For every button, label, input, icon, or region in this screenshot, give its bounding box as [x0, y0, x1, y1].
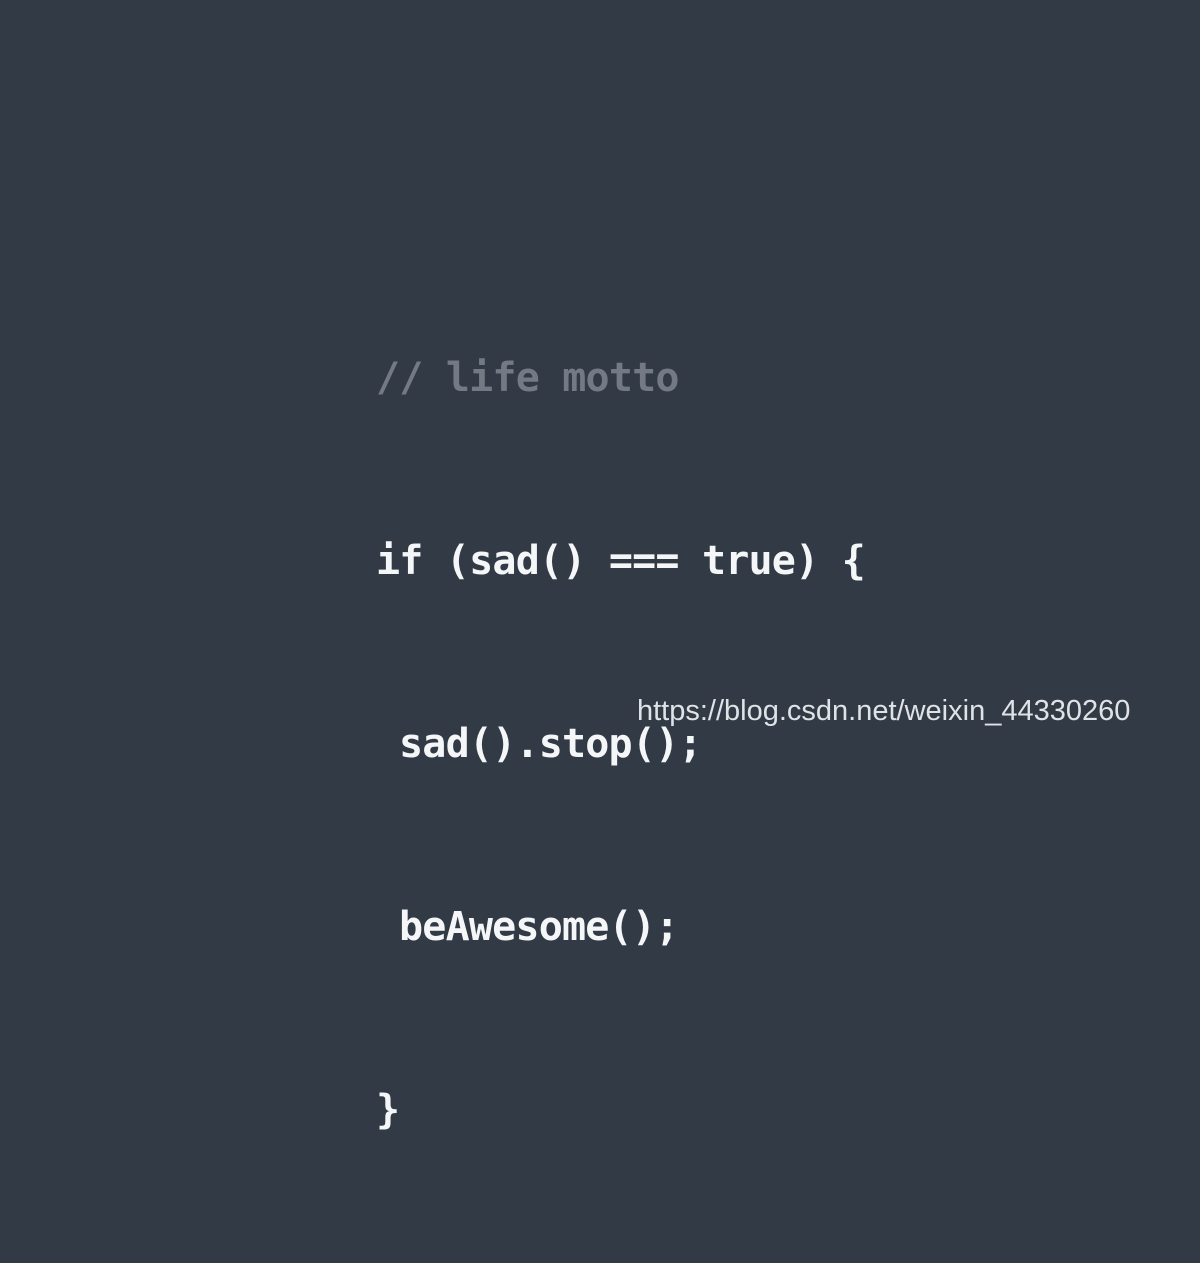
- source-watermark: https://blog.csdn.net/weixin_44330260: [637, 695, 1131, 727]
- be-awesome-call-line: beAwesome();: [399, 904, 679, 950]
- closing-brace-line: }: [376, 1087, 400, 1133]
- if-statement-line: if (sad() === true) {: [376, 538, 866, 584]
- code-comment-line: // life motto: [376, 355, 679, 401]
- code-snippet: // life motto if (sad() === true) { sad(…: [376, 226, 866, 1263]
- code-image: // life motto if (sad() === true) { sad(…: [0, 0, 1200, 1133]
